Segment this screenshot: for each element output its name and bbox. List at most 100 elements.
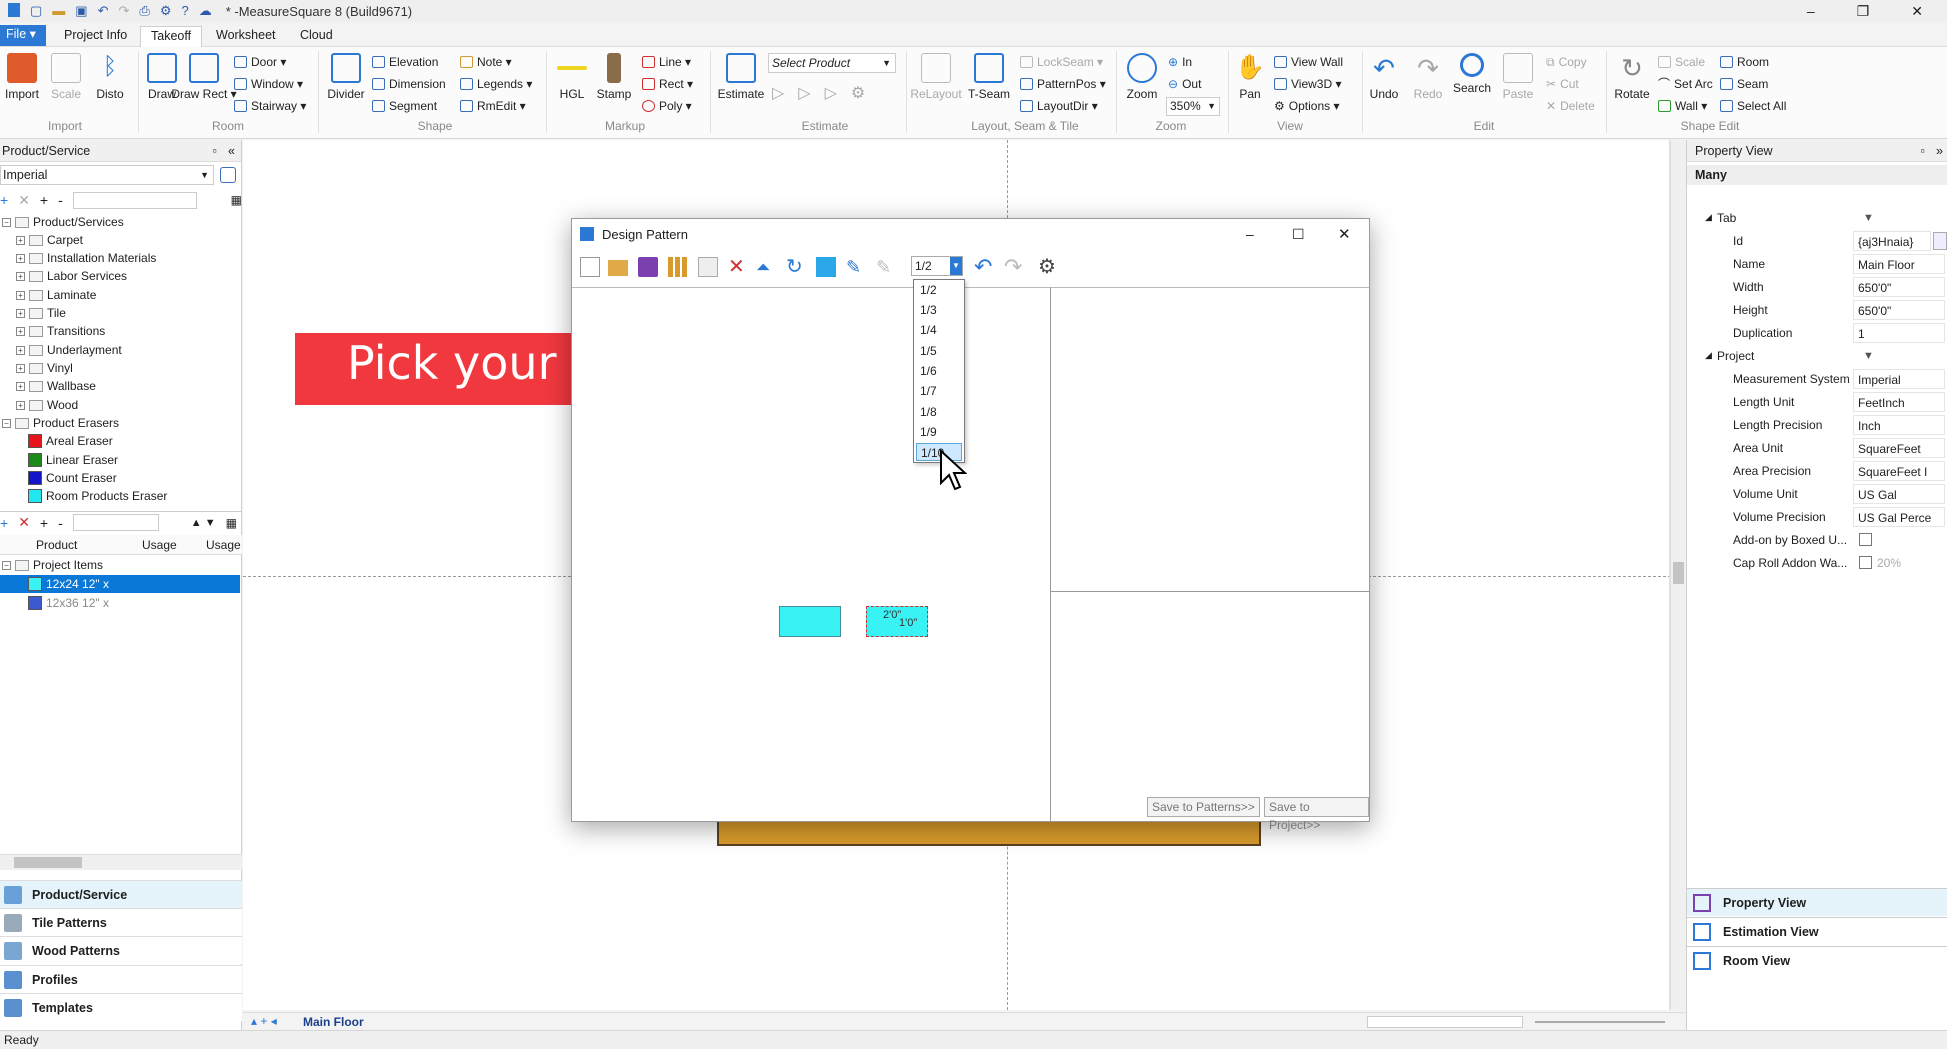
collapse-icon[interactable]: »	[1936, 140, 1943, 162]
undo-icon[interactable]: ↶	[98, 3, 109, 19]
view-property[interactable]: Property View	[1687, 888, 1947, 916]
door-button[interactable]: Door ▾	[234, 53, 286, 71]
tree-item[interactable]: + Installation Materials	[16, 249, 156, 267]
grid-pattern-icon[interactable]	[668, 257, 688, 277]
id-edit-icon[interactable]	[1933, 231, 1947, 250]
tree-item[interactable]: + Wood	[16, 396, 78, 414]
offset-option[interactable]: 1/5	[916, 342, 962, 360]
add-icon[interactable]: +	[0, 515, 8, 531]
scale-shape-button[interactable]: Scale	[1658, 53, 1705, 71]
horizontal-scrollbar[interactable]	[0, 854, 242, 870]
project-item-selected[interactable]: 12x24 12" x	[0, 575, 240, 593]
pattern-editor-pane[interactable]: 2'0" 1'0"	[572, 287, 1050, 821]
pin-icon[interactable]: ▫	[213, 140, 217, 162]
select-all-button[interactable]: Select All	[1720, 97, 1786, 115]
cut-button[interactable]: ✂ Cut	[1546, 75, 1579, 93]
tab-worksheet[interactable]: Worksheet	[206, 26, 286, 47]
dialog-close-button[interactable]: ✕	[1338, 225, 1351, 243]
tree-root-project-items[interactable]: − Project Items	[2, 556, 103, 574]
offset-option[interactable]: 1/2	[916, 281, 962, 299]
rect-button[interactable]: Rect ▾	[642, 75, 693, 93]
offset-option[interactable]: 1/6	[916, 362, 962, 380]
settings-icon[interactable]: ⚙	[160, 3, 172, 19]
nav-profiles[interactable]: Profiles	[0, 965, 242, 993]
new-pattern-icon[interactable]	[580, 257, 600, 277]
import-button[interactable]: Import	[0, 53, 44, 101]
maximize-button[interactable]: ❐	[1857, 0, 1870, 22]
prop-name-value[interactable]: Main Floor	[1853, 253, 1945, 274]
prop-duplication-value[interactable]: 1	[1853, 322, 1945, 343]
lockseam-button[interactable]: LockSeam ▾	[1020, 53, 1103, 71]
tree-item[interactable]: + Laminate	[16, 286, 96, 304]
tree-item[interactable]: + Vinyl	[16, 359, 73, 377]
eraser-item[interactable]: Areal Eraser	[28, 432, 113, 450]
floor-tab-main[interactable]: Main Floor	[303, 1015, 364, 1029]
zoom-out-button[interactable]: ⊖ Out	[1168, 75, 1201, 93]
offset-option[interactable]: 1/7	[916, 382, 962, 400]
options-button[interactable]: ⚙ Options ▾	[1274, 97, 1339, 115]
pan-button[interactable]: ✋ Pan	[1228, 53, 1272, 101]
patternpos-button[interactable]: PatternPos ▾	[1020, 75, 1106, 93]
h-scrollbar[interactable]	[1367, 1016, 1523, 1028]
offset-option[interactable]: 1/8	[916, 403, 962, 421]
tile-12x24[interactable]	[779, 606, 841, 637]
select-product-dropdown[interactable]: Select Product ▼	[768, 53, 896, 73]
tree-item[interactable]: + Labor Services	[16, 267, 127, 285]
hgl-button[interactable]: HGL	[550, 53, 594, 101]
column-usage-2[interactable]: Usage	[206, 538, 241, 552]
dimension-button[interactable]: Dimension	[372, 75, 446, 93]
offset-option[interactable]: 1/9	[916, 423, 962, 441]
playback-controls[interactable]: ▷▷▷⚙	[772, 83, 879, 103]
filter-input[interactable]	[72, 191, 197, 209]
stairway-button[interactable]: Stairway ▾	[234, 97, 306, 115]
expand-icon[interactable]: +	[40, 192, 48, 208]
wall-button[interactable]: Wall ▾	[1658, 97, 1707, 115]
prop-width-value[interactable]: 650'0"	[1853, 276, 1945, 297]
open-pattern-icon[interactable]	[608, 260, 628, 276]
segment-button[interactable]: Segment	[372, 97, 437, 115]
redo-button[interactable]: ↷ Redo	[1406, 53, 1450, 101]
project-filter-input[interactable]	[72, 514, 159, 531]
prop-area-unit-value[interactable]: SquareFeet	[1853, 437, 1945, 458]
tree-item[interactable]: + Wallbase	[16, 377, 96, 395]
prop-volume-unit-value[interactable]: US Gal	[1853, 483, 1945, 504]
line-button[interactable]: Line ▾	[642, 53, 691, 71]
tab-file[interactable]: File ▾	[0, 25, 46, 46]
save-icon[interactable]: ▣	[75, 3, 87, 19]
tab-project-info[interactable]: Project Info	[54, 26, 137, 47]
grid-icon[interactable]: ▦	[226, 516, 237, 530]
nav-templates[interactable]: Templates	[0, 993, 242, 1021]
room-shape[interactable]	[717, 820, 1261, 846]
tree-root-products[interactable]: − Product/Services	[2, 213, 124, 231]
tree-item[interactable]: + Underlayment	[16, 341, 122, 359]
tile-fill-icon[interactable]	[816, 257, 836, 277]
add-floor-button[interactable]: ▴ + ◂	[251, 1014, 277, 1028]
prop-id-value[interactable]: {aj3Hnaia}	[1853, 230, 1931, 251]
eraser-item[interactable]: Linear Eraser	[28, 451, 118, 469]
disto-button[interactable]: ᛒ Disto	[88, 53, 132, 101]
dialog-redo-icon[interactable]: ↷	[1004, 256, 1024, 278]
addon-boxed-checkbox[interactable]	[1859, 533, 1872, 546]
print-icon[interactable]: ⎙	[139, 3, 149, 19]
legends-button[interactable]: Legends ▾	[460, 75, 532, 93]
add-icon[interactable]: +	[0, 192, 8, 208]
view-room[interactable]: Room View	[1687, 946, 1947, 974]
poly-button[interactable]: Poly ▾	[642, 97, 692, 115]
tab-takeoff[interactable]: Takeoff	[140, 26, 203, 47]
dialog-settings-icon[interactable]: ⚙	[1038, 257, 1058, 277]
relayout-button[interactable]: ReLayout	[910, 53, 962, 101]
eraser-brush-icon[interactable]: ✎	[876, 257, 896, 277]
set-arc-button[interactable]: ⌒ Set Arc	[1658, 75, 1713, 93]
eraser-item[interactable]: Room Products Eraser	[28, 487, 167, 505]
sync-icon[interactable]	[220, 167, 236, 183]
note-button[interactable]: Note ▾	[460, 53, 512, 71]
cloud-icon[interactable]: ☁	[199, 3, 212, 19]
prop-volume-precision-value[interactable]: US Gal Perce	[1853, 506, 1945, 527]
delete-pattern-icon[interactable]: ✕	[728, 257, 748, 277]
remove-icon[interactable]: ✕	[18, 192, 30, 209]
paint-brush-icon[interactable]: ✎	[846, 257, 866, 277]
open-folder-icon[interactable]: ▬	[52, 3, 65, 19]
dialog-maximize-button[interactable]: ☐	[1292, 226, 1305, 243]
scale-button[interactable]: Scale	[44, 53, 88, 101]
copy-pattern-icon[interactable]	[698, 257, 718, 277]
